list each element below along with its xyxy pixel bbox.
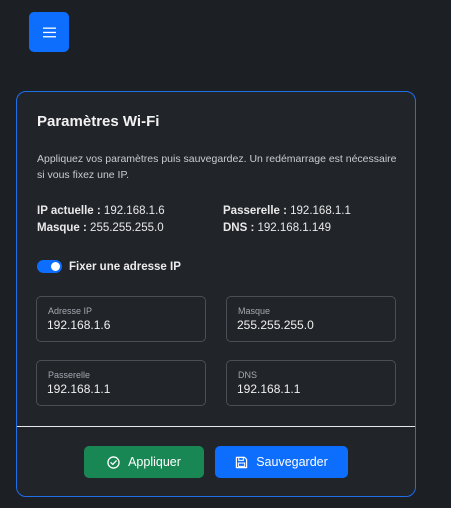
ip-address-label: Adresse IP [48, 306, 93, 316]
save-button[interactable]: Sauvegarder [215, 446, 348, 478]
ip-address-field[interactable]: Adresse IP [36, 296, 206, 342]
hamburger-icon [42, 27, 56, 37]
current-ip-label: IP actuelle : [37, 205, 101, 217]
mask-label: Masque [238, 306, 271, 316]
ip-address-input[interactable] [47, 318, 197, 332]
footer-divider [17, 426, 415, 427]
save-button-label: Sauvegarder [256, 455, 328, 469]
current-mask-value: 255.255.255.0 [90, 222, 164, 234]
static-ip-toggle[interactable] [37, 260, 62, 273]
current-ip-value: 192.168.1.6 [103, 205, 165, 217]
dns-label: DNS [238, 370, 258, 380]
current-gateway-value: 192.168.1.1 [290, 205, 351, 217]
static-ip-toggle-row: Fixer une adresse IP [37, 260, 181, 273]
dns-field[interactable]: DNS [226, 360, 396, 406]
mask-field[interactable]: Masque [226, 296, 396, 342]
floppy-disk-icon [235, 456, 248, 468]
card-body: Paramètres Wi-Fi Appliquez vos paramètre… [17, 92, 415, 426]
card-title: Paramètres Wi-Fi [37, 113, 160, 130]
check-circle-icon [107, 455, 120, 469]
current-dns-value: 192.168.1.149 [257, 222, 332, 234]
mask-input[interactable] [237, 318, 387, 332]
current-gateway-label: Passerelle : [223, 205, 287, 217]
dns-input[interactable] [237, 382, 387, 396]
wifi-settings-card: Paramètres Wi-Fi Appliquez vos paramètre… [16, 91, 416, 497]
help-text: Appliquez vos paramètres puis sauvegarde… [37, 153, 397, 181]
apply-button[interactable]: Appliquer [84, 446, 204, 478]
current-mask-info: Masque : 255.255.255.0 [37, 222, 164, 234]
gateway-input[interactable] [47, 382, 197, 396]
current-dns-label: DNS : [223, 222, 255, 234]
apply-button-label: Appliquer [128, 455, 181, 469]
current-mask-label: Masque : [37, 222, 87, 234]
current-gateway-info: Passerelle : 192.168.1.1 [223, 205, 351, 217]
toggle-knob [51, 262, 60, 271]
current-ip-info: IP actuelle : 192.168.1.6 [37, 205, 165, 217]
gateway-field[interactable]: Passerelle [36, 360, 206, 406]
static-ip-toggle-label[interactable]: Fixer une adresse IP [69, 261, 181, 273]
current-dns-info: DNS : 192.168.1.149 [223, 222, 331, 234]
gateway-label: Passerelle [48, 370, 91, 380]
menu-button[interactable] [29, 12, 69, 52]
